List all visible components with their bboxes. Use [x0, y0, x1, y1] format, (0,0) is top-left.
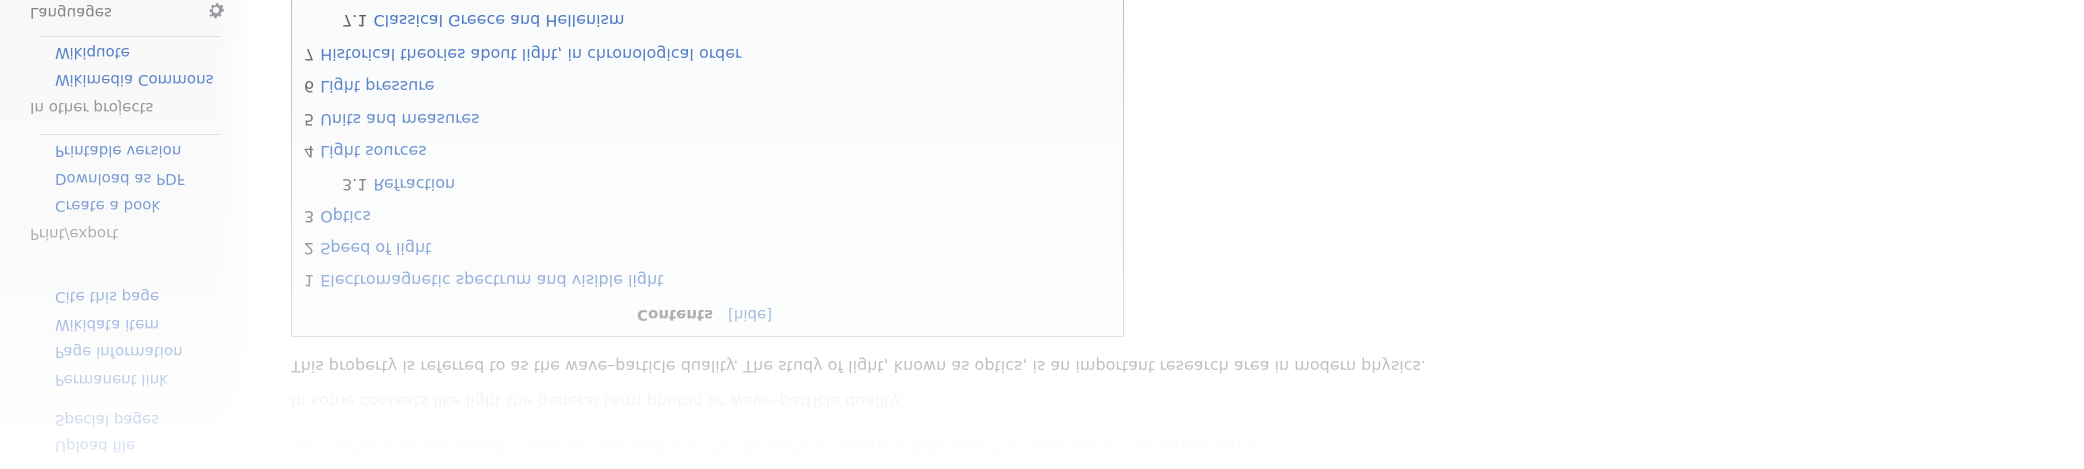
sidebar-separator [40, 36, 220, 37]
toc-item-7-1[interactable]: 7.1 Classical Greece and Hellenism [342, 11, 624, 30]
toc-item-6[interactable]: 6 Light pressure [304, 77, 434, 96]
sidebar-item-create-a-book[interactable]: Create a book [55, 197, 160, 215]
print-export-heading[interactable]: Print/export [30, 225, 118, 243]
paragraph-line: In some contexts like light the general … [291, 392, 903, 411]
sidebar-item-cite-this-page[interactable]: Cite this page [55, 288, 159, 306]
languages-heading[interactable]: Languages [30, 4, 112, 22]
sidebar-item-page-information[interactable]: Page information [55, 343, 183, 361]
sidebar-item-upload-file[interactable]: Upload file [55, 437, 135, 455]
sidebar: Upload file Special pages Permanent link… [0, 0, 255, 469]
toc-item-3[interactable]: 3 Optics [304, 207, 371, 226]
sidebar-item-special-pages[interactable]: Special pages [55, 411, 159, 429]
toc-item-3-1[interactable]: 3.1 Refraction [342, 175, 455, 194]
sidebar-item-printable-version[interactable]: Printable version [55, 142, 181, 160]
toc-item-7[interactable]: 7 Historical theories about light, in chr… [304, 45, 742, 64]
sidebar-item-wikimedia-commons[interactable]: Wikimedia Commons [55, 71, 213, 89]
sidebar-item-download-pdf[interactable]: Download as PDF [55, 170, 185, 188]
paragraph-line: This property is referred to as the wave… [291, 357, 1426, 376]
toc-item-5[interactable]: 5 Units and measures [304, 110, 479, 129]
toc-item-2[interactable]: 2 Speed of light [304, 239, 431, 258]
toc-hide-toggle[interactable]: [hide] [728, 306, 772, 324]
sidebar-separator [40, 134, 220, 135]
other-projects-heading[interactable]: In other projects [30, 99, 153, 117]
toc-item-1[interactable]: 1 Electromagnetic spectrum and visible li… [304, 271, 663, 290]
flipped-page: Upload file Special pages Permanent link… [0, 0, 2084, 469]
table-of-contents: Contents [hide] 1 Electromagnetic spectru… [291, 0, 1124, 337]
sidebar-item-wikidata-item[interactable]: Wikidata item [55, 316, 159, 334]
gear-icon[interactable] [205, 0, 227, 21]
sidebar-item-permanent-link[interactable]: Permanent link [55, 371, 168, 389]
toc-item-4[interactable]: 4 Light sources [304, 142, 427, 161]
toc-title: Contents [637, 306, 714, 324]
sidebar-item-wikiquote[interactable]: Wikiquote [55, 44, 130, 62]
paragraph-line: light, other electromagnetic radiation a… [291, 438, 1261, 457]
